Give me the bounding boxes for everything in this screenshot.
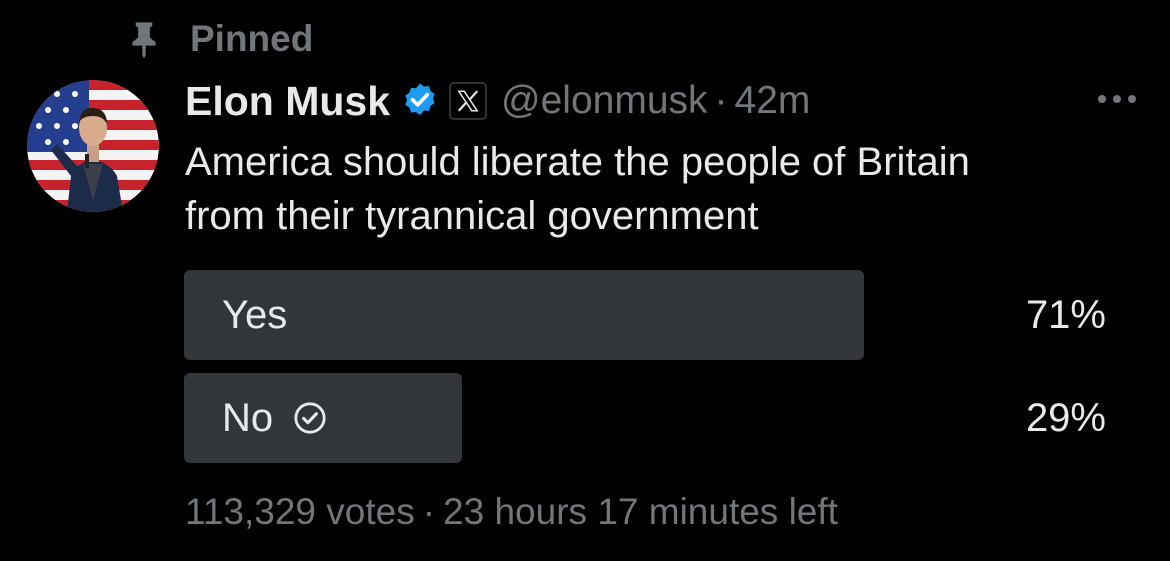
poll-option-label: No: [222, 373, 327, 463]
header-separator: ·: [714, 79, 728, 122]
x-logo-icon[interactable]: [449, 82, 488, 120]
author-handle[interactable]: @elonmusk: [501, 79, 708, 123]
tweet-header: Elon Musk @elonmusk · 42m: [185, 74, 810, 128]
more-horizontal-icon[interactable]: [1094, 86, 1140, 112]
verified-badge-icon[interactable]: [400, 81, 440, 121]
poll-percentage: 71%: [1025, 292, 1106, 337]
check-circle-icon: [294, 402, 326, 434]
poll-option-label: Yes: [222, 270, 287, 360]
pinned-indicator: Pinned: [124, 14, 313, 64]
pinned-label: Pinned: [190, 18, 314, 59]
poll-footer: 113,329 votes · 23 hours 17 minutes left: [185, 488, 838, 536]
pin-icon: [132, 22, 156, 59]
tweet-text-line: America should liberate the people of Br…: [185, 140, 970, 184]
avatar[interactable]: [27, 80, 159, 212]
poll-percentage: 29%: [1025, 395, 1106, 440]
poll-option-no[interactable]: No 29%: [184, 373, 1106, 463]
poll-time-left: 23 hours 17 minutes left: [443, 491, 838, 532]
footer-separator: ·: [422, 491, 436, 532]
poll-option-yes[interactable]: Yes 71%: [184, 270, 1106, 360]
tweet-text: America should liberate the people of Br…: [185, 135, 1125, 243]
tweet-text-line: from their tyrannical government: [185, 194, 759, 238]
poll-vote-count: 113,329 votes: [185, 491, 415, 532]
tweet-timestamp[interactable]: 42m: [735, 79, 811, 123]
poll-option-text: Yes: [222, 292, 288, 337]
poll-option-text: No: [222, 395, 274, 440]
author-name[interactable]: Elon Musk: [185, 78, 390, 125]
